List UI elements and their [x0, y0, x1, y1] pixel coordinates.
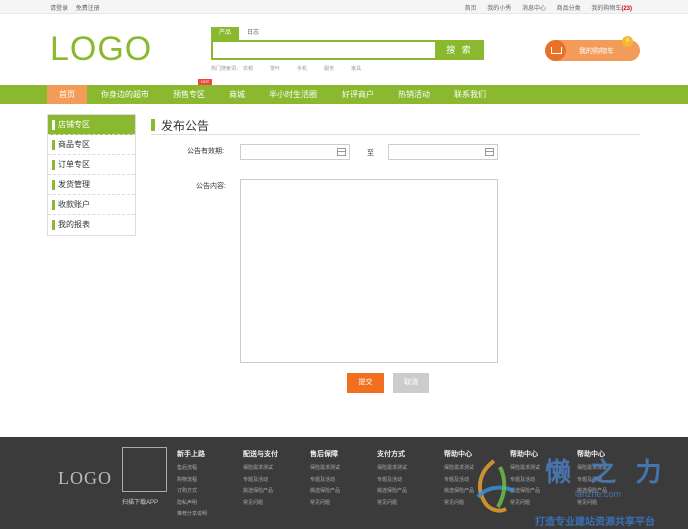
footer-link[interactable]: 购物流程 [177, 475, 239, 487]
sidebar-item-payment-account[interactable]: 收款账户 [48, 195, 135, 215]
footer-link[interactable]: 保险需求测试 [310, 463, 372, 475]
validity-label: 公告有效期: [187, 148, 224, 155]
footer-link[interactable]: 挑选保险产品 [310, 486, 372, 498]
top-link-home[interactable]: 首页 [465, 6, 477, 12]
cancel-button[interactable]: 取消 [393, 373, 429, 393]
hotword[interactable]: 服务 [324, 66, 334, 72]
nav-item-contact[interactable]: 联系我们 [450, 85, 490, 104]
watermark-logo-icon [476, 459, 515, 513]
sidebar-item-shop[interactable]: 店铺专区 [48, 115, 135, 135]
footer-link[interactable]: 保险需求测试 [377, 463, 439, 475]
footer-column-title: 售后保障 [310, 451, 338, 458]
footer-link[interactable]: 常见问题 [310, 498, 372, 510]
top-link-messages[interactable]: 消息中心 [522, 6, 546, 12]
hotwords-label: 热门搜索词： [211, 66, 242, 72]
footer-link[interactable]: 保险需求测试 [243, 463, 305, 475]
start-date-input[interactable] [240, 144, 350, 160]
top-cart-count: (23) [621, 6, 632, 12]
footer-column: 新手上路 售后流程 购物流程 订购方式 隐私声明 推荐分享说明 [177, 449, 239, 521]
hot-search-words: 热门搜索词： 衣帽 茶叶 手机 服务 家具 [211, 65, 378, 72]
sidebar-item-shipping[interactable]: 发货管理 [48, 175, 135, 195]
nav-item-supermarket[interactable]: 你身边的超市 [98, 85, 152, 104]
footer-column: 支付方式 保险需求测试 专题及活动 挑选保险产品 常见问题 [377, 449, 439, 509]
nav-item-half-hour[interactable]: 半小时生活圈 [266, 85, 320, 104]
hotword[interactable]: 衣帽 [243, 66, 253, 72]
footer-column: 配送与支付 保险需求测试 专题及活动 挑选保险产品 常见问题 [243, 449, 305, 509]
hotword[interactable]: 手机 [297, 66, 307, 72]
top-bar: 请登录 免费注册 首页 我的小秀 消息中心 商品分类 我的购物车(23) [0, 0, 688, 14]
nav-item-presale[interactable]: 预售专区 [168, 85, 210, 104]
announcement-content-textarea[interactable] [240, 179, 498, 363]
top-link-my[interactable]: 我的小秀 [487, 6, 511, 12]
sidebar-item-orders[interactable]: 订单专区 [48, 155, 135, 175]
search-button[interactable]: 搜 索 [435, 40, 484, 60]
to-label: 至 [367, 150, 374, 157]
top-link-categories[interactable]: 商品分类 [557, 6, 581, 12]
footer-link[interactable]: 售后流程 [177, 463, 239, 475]
footer-link[interactable]: 挑选保险产品 [243, 486, 305, 498]
footer-link[interactable]: 常见问题 [243, 498, 305, 510]
footer-column-title: 配送与支付 [243, 451, 278, 458]
submit-button[interactable]: 提交 [347, 373, 384, 393]
watermark-url: lanzhe.com [575, 489, 622, 499]
nav-item-mall[interactable]: 商城 [224, 85, 250, 104]
nav-item-reviews[interactable]: 好评商户 [338, 85, 378, 104]
main-nav: 首页 你身边的超市 预售专区 HOT 商城 半小时生活圈 好评商户 热销活动 联… [0, 79, 688, 104]
top-bar-right: 首页 我的小秀 消息中心 商品分类 我的购物车(23) [456, 3, 632, 12]
calendar-icon[interactable] [485, 148, 494, 156]
hot-badge: HOT [198, 79, 212, 85]
hotword[interactable]: 茶叶 [270, 66, 280, 72]
content-label: 公告内容: [196, 183, 226, 190]
footer-link[interactable]: 订购方式 [177, 486, 239, 498]
calendar-icon[interactable] [337, 148, 346, 156]
title-divider [151, 134, 640, 135]
footer-link[interactable]: 常见问题 [377, 498, 439, 510]
sidebar-item-products[interactable]: 商品专区 [48, 135, 135, 155]
footer-column-title: 新手上路 [177, 451, 205, 458]
footer-link[interactable]: 专题及活动 [310, 475, 372, 487]
cart-icon [545, 40, 566, 61]
login-link[interactable]: 请登录 [50, 6, 68, 12]
nav-item-hot-sales[interactable]: 热销活动 [394, 85, 434, 104]
nav-item-home[interactable]: 首页 [47, 85, 87, 104]
watermark-slogan: 打造专业建站资源共享平台 [535, 517, 655, 528]
end-date-input[interactable] [388, 144, 498, 160]
register-link[interactable]: 免费注册 [76, 6, 100, 12]
qr-label: 扫描下载APP [122, 500, 159, 506]
footer-link[interactable]: 专题及活动 [243, 475, 305, 487]
footer-link[interactable]: 专题及活动 [377, 475, 439, 487]
footer-logo: LOGO [58, 468, 112, 488]
top-link-cart[interactable]: 我的购物车 [591, 6, 621, 12]
search-tab-products[interactable]: 产品 [211, 27, 239, 40]
hotword[interactable]: 家具 [351, 66, 361, 72]
footer-link[interactable]: 隐私声明 [177, 498, 239, 510]
footer-link[interactable]: 挑选保险产品 [377, 486, 439, 498]
footer-column: 售后保障 保险需求测试 专题及活动 挑选保险产品 常见问题 [310, 449, 372, 509]
watermark-brand: 懒 之 力 [545, 457, 668, 487]
search-tab-blog[interactable]: 日志 [239, 27, 267, 40]
search-tabs: 产品 日志 [211, 27, 267, 40]
top-bar-left: 请登录 免费注册 [50, 3, 106, 12]
sidebar-menu: 店铺专区 商品专区 订单专区 发货管理 收款账户 我的报表 [47, 114, 136, 236]
site-logo[interactable]: LOGO [50, 30, 152, 69]
page-title: 发布公告 [151, 117, 209, 134]
sidebar-item-reports[interactable]: 我的报表 [48, 215, 135, 235]
qr-code-image [122, 447, 167, 492]
footer-link[interactable]: 推荐分享说明 [177, 509, 239, 521]
cart-label: 我的购物车 [579, 48, 614, 55]
cart-button[interactable]: 我的购物车 0 [545, 36, 640, 61]
footer-column-title: 支付方式 [377, 451, 405, 458]
watermark: 懒 之 力 lanzhe.com 打造专业建站资源共享平台 [470, 452, 688, 529]
cart-badge: 0 [622, 36, 633, 47]
